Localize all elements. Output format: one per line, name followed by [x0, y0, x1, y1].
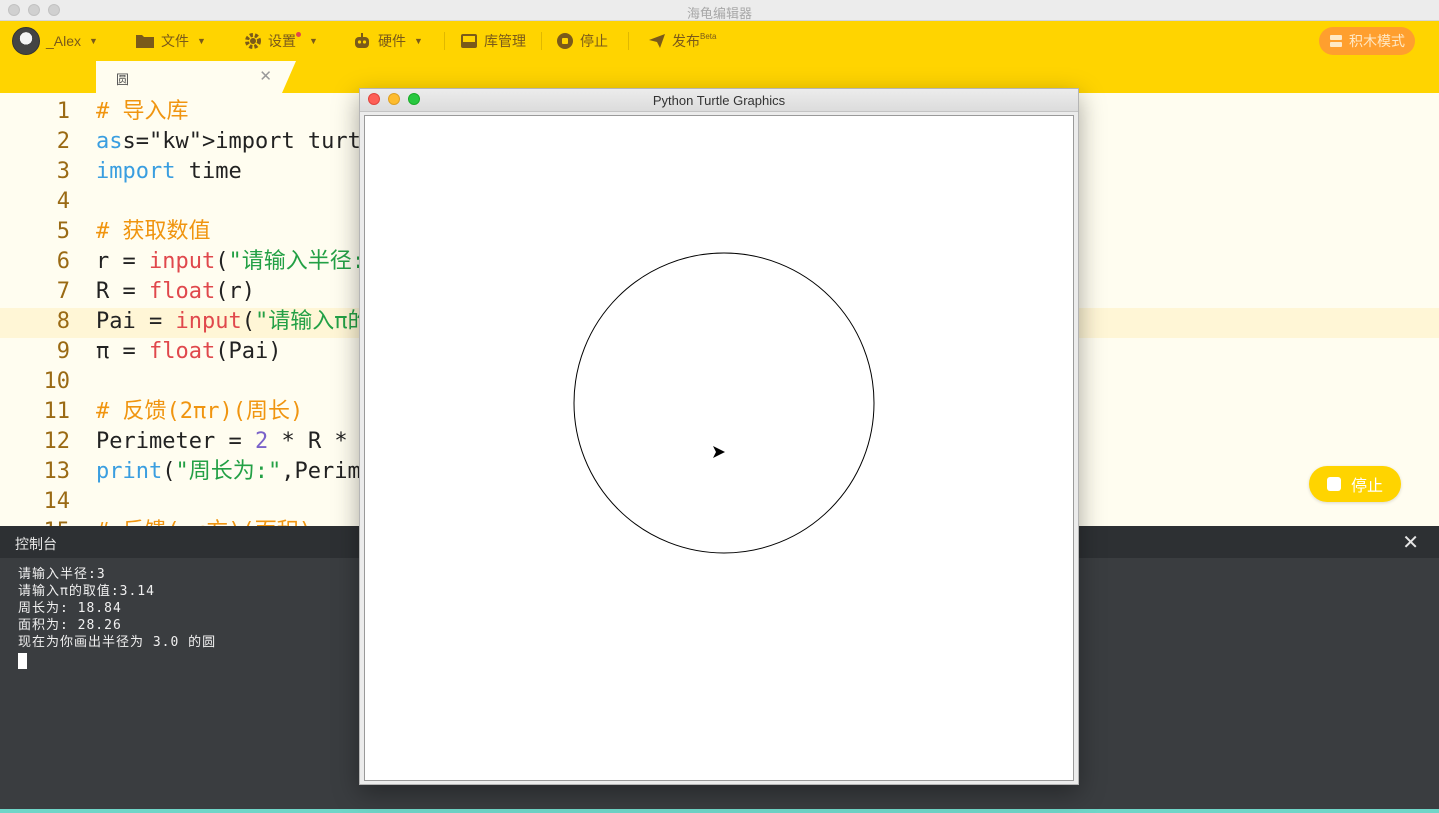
app-titlebar: 海龟编辑器 — [0, 0, 1439, 21]
file-menu-label: 文件 — [161, 33, 189, 49]
hardware-menu[interactable]: 硬件 ▼ — [352, 21, 423, 61]
chevron-down-icon: ▼ — [197, 36, 206, 46]
publish-button[interactable]: 发布 Beta — [648, 21, 716, 61]
file-menu[interactable]: 文件 ▼ — [135, 21, 206, 61]
hardware-menu-label: 硬件 — [378, 33, 406, 49]
console-line: 请输入半径:3 — [18, 567, 106, 582]
folder-icon — [136, 35, 154, 48]
turtle-window-title: Python Turtle Graphics — [652, 93, 786, 108]
inbox-icon — [461, 34, 477, 48]
robot-icon — [355, 33, 369, 48]
turtle-graphics-window[interactable]: Python Turtle Graphics — [359, 88, 1079, 785]
stop-icon — [557, 33, 573, 49]
tab-label: 圆 — [116, 72, 130, 87]
stop-icon — [1326, 477, 1341, 491]
drawn-circle — [573, 252, 875, 554]
publish-label: 发布 — [672, 33, 700, 49]
notification-dot — [296, 31, 301, 37]
turtle-window-titlebar[interactable]: Python Turtle Graphics — [360, 89, 1078, 112]
turtle-canvas — [364, 115, 1074, 781]
user-menu[interactable]: _Alex ▼ — [12, 21, 98, 61]
tab-circle[interactable]: 圆 ✕ — [96, 61, 296, 93]
console-line: 现在为你画出半径为 3.0 的圆 — [18, 635, 217, 650]
console-line: 周长为: 18.84 — [18, 601, 122, 616]
beta-badge: Beta — [700, 31, 717, 41]
turtle-drawing — [573, 252, 875, 554]
block-mode-label: 积木模式 — [1349, 33, 1405, 49]
chevron-down-icon: ▼ — [414, 36, 423, 46]
blocks-icon — [1330, 35, 1342, 47]
console-line: 面积为: 28.26 — [18, 618, 122, 633]
toolbar: _Alex ▼ 文件 ▼ 设置 ▼ 硬件 ▼ 库管理 停止 发布 Beta — [0, 21, 1439, 61]
console-line: 请输入π的取值:3.14 — [18, 584, 155, 599]
toolbar-divider — [444, 32, 445, 50]
turtle-arrow-icon — [713, 446, 725, 458]
console-output[interactable]: 请输入半径:3 请输入π的取值:3.14 周长为: 18.84 面积为: 28.… — [18, 566, 216, 669]
chevron-down-icon: ▼ — [309, 36, 318, 46]
stop-run-label: 停止 — [1350, 478, 1383, 495]
bottom-strip — [0, 809, 1439, 813]
close-icon[interactable]: ✕ — [1402, 530, 1419, 555]
toolbar-divider — [628, 32, 629, 50]
chevron-down-icon: ▼ — [89, 36, 98, 46]
console-title: 控制台 — [15, 536, 57, 552]
send-icon — [649, 34, 665, 48]
block-mode-button[interactable]: 积木模式 — [1319, 27, 1415, 55]
avatar — [12, 27, 40, 55]
stop-run-button[interactable]: 停止 — [1309, 466, 1401, 502]
close-icon[interactable]: ✕ — [259, 67, 272, 85]
settings-menu[interactable]: 设置 ▼ — [244, 21, 318, 61]
user-name: _Alex — [46, 33, 82, 49]
text-cursor — [18, 653, 27, 669]
stop-toolbar-label: 停止 — [580, 33, 608, 49]
stop-toolbar-button[interactable]: 停止 — [556, 21, 608, 61]
library-label: 库管理 — [484, 33, 526, 49]
app-title: 海龟编辑器 — [686, 6, 752, 21]
settings-menu-label: 设置 — [268, 33, 296, 49]
toolbar-divider — [541, 32, 542, 50]
gear-icon — [245, 33, 261, 49]
library-button[interactable]: 库管理 — [460, 21, 526, 61]
